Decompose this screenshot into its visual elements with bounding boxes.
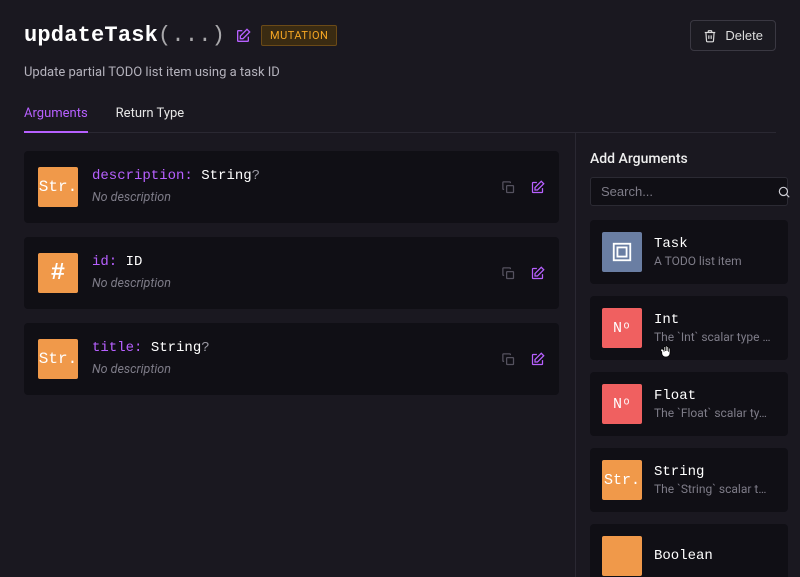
type-card[interactable]: Boolean [590, 524, 788, 577]
argument-description: No description [92, 189, 487, 207]
type-description: The `Int` scalar type … [654, 330, 776, 344]
type-tile-icon [602, 536, 642, 576]
type-tile-icon: Nᵒ [602, 384, 642, 424]
argument-type: ID [126, 254, 143, 270]
argument-signature: id: ID [92, 253, 487, 273]
type-tile-icon: Str. [602, 460, 642, 500]
type-name: Float [654, 388, 776, 404]
argument-type: String [201, 168, 251, 184]
tabs: Arguments Return Type [24, 106, 776, 133]
argument-row: Str. description: String? No description [24, 151, 559, 223]
type-tile-icon: # [38, 253, 78, 293]
type-card-text: Float The `Float` scalar ty… [654, 388, 776, 420]
edit-icon[interactable] [530, 266, 545, 281]
type-tile-icon: Str. [38, 167, 78, 207]
body: Str. description: String? No description # i… [0, 133, 800, 577]
type-description: The `Float` scalar ty… [654, 406, 776, 420]
type-name: String [654, 464, 776, 480]
edit-icon[interactable] [530, 180, 545, 195]
type-card[interactable]: Nᵒ Int The `Int` scalar type … [590, 296, 788, 360]
argument-name: title: [92, 340, 142, 356]
argument-name: description: [92, 168, 193, 184]
title-args: (...) [158, 23, 225, 48]
argument-row: Str. title: String? No description [24, 323, 559, 395]
argument-signature: description: String? [92, 167, 487, 187]
type-tile-icon: Nᵒ [602, 308, 642, 348]
argument-text: title: String? No description [92, 339, 487, 378]
type-tile-icon [602, 232, 642, 272]
search-icon [777, 185, 791, 199]
type-name: Task [654, 236, 776, 252]
argument-signature: title: String? [92, 339, 487, 359]
tab-arguments[interactable]: Arguments [24, 106, 88, 133]
copy-icon[interactable] [501, 352, 516, 367]
title-fn: updateTask [24, 23, 158, 48]
title-row: updateTask(...) MUTATION Delete [24, 20, 776, 51]
edit-title-icon[interactable] [235, 28, 251, 44]
search-input-wrap[interactable] [590, 177, 788, 206]
page-title: updateTask(...) [24, 23, 225, 48]
argument-text: description: String? No description [92, 167, 487, 206]
argument-optional: ? [201, 340, 209, 356]
type-description: The `String` scalar t… [654, 482, 776, 496]
argument-description: No description [92, 275, 487, 293]
copy-icon[interactable] [501, 180, 516, 195]
page-description: Update partial TODO list item using a ta… [24, 65, 776, 80]
argument-row: # id: ID No description [24, 237, 559, 309]
row-actions [501, 352, 545, 367]
type-name: Boolean [654, 548, 776, 564]
row-actions [501, 266, 545, 281]
delete-button[interactable]: Delete [690, 20, 776, 51]
mutation-badge: MUTATION [261, 25, 337, 46]
type-card-text: Int The `Int` scalar type … [654, 312, 776, 344]
row-actions [501, 180, 545, 195]
type-card-text: Task A TODO list item [654, 236, 776, 268]
argument-type: String [151, 340, 201, 356]
type-card[interactable]: Task A TODO list item [590, 220, 788, 284]
type-cards: Task A TODO list item Nᵒ Int The `Int` scala… [590, 220, 788, 577]
argument-name: id: [92, 254, 117, 270]
type-card[interactable]: Str. String The `String` scalar t… [590, 448, 788, 512]
type-name: Int [654, 312, 776, 328]
add-arguments-heading: Add Arguments [590, 151, 788, 167]
type-tile-icon: Str. [38, 339, 78, 379]
type-card-text: String The `String` scalar t… [654, 464, 776, 496]
type-card-text: Boolean [654, 548, 776, 564]
tab-return-type[interactable]: Return Type [116, 106, 185, 132]
type-description: A TODO list item [654, 254, 776, 268]
argument-text: id: ID No description [92, 253, 487, 292]
delete-label: Delete [725, 28, 763, 43]
add-arguments-panel: Add Arguments TaskA TODO list itemNᵒIntT… [575, 133, 800, 577]
copy-icon[interactable] [501, 266, 516, 281]
argument-description: No description [92, 361, 487, 379]
type-card[interactable]: Nᵒ Float The `Float` scalar ty… [590, 372, 788, 436]
search-input[interactable] [601, 184, 777, 199]
edit-icon[interactable] [530, 352, 545, 367]
argument-optional: ? [252, 168, 260, 184]
arguments-list: Str. description: String? No description # i… [0, 133, 575, 577]
trash-icon [703, 29, 717, 43]
header: updateTask(...) MUTATION Delete Update p… [0, 0, 800, 133]
